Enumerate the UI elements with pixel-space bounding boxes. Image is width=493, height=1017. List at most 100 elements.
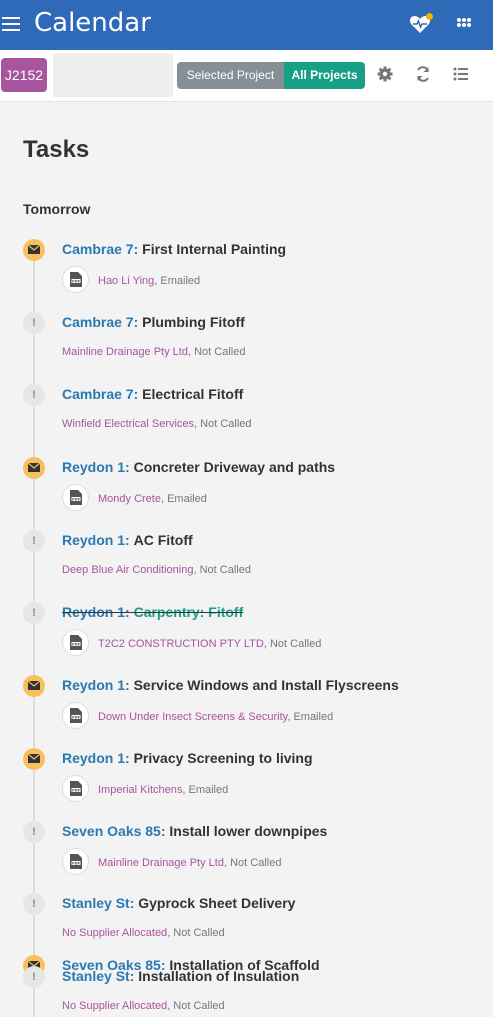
alert-icon: !: [23, 893, 45, 915]
task-title[interactable]: Cambrae 7: Plumbing Fitoff: [62, 314, 245, 330]
task-title[interactable]: Reydon 1: Service Windows and Install Fl…: [62, 677, 399, 693]
alert-icon: !: [23, 530, 45, 552]
task-supplier-status: No Supplier Allocated, Not Called: [62, 1000, 225, 1012]
task-project-link[interactable]: Reydon 1:: [62, 677, 130, 693]
task-project-link[interactable]: Reydon 1:: [62, 604, 130, 620]
task-project-link[interactable]: Reydon 1:: [62, 750, 130, 766]
supplier-link[interactable]: Imperial Kitchens: [98, 784, 182, 796]
task-name: Install lower downpipes: [169, 823, 328, 839]
task-supplier-status: Winfield Electrical Services, Not Called: [62, 418, 252, 430]
app-title: Calendar: [34, 8, 151, 38]
task-status: , Emailed: [182, 784, 229, 796]
task-project-link[interactable]: Cambrae 7:: [62, 386, 138, 402]
task-name: Installation of Insulation: [138, 968, 300, 984]
task-title[interactable]: Reydon 1: AC Fitoff: [62, 532, 193, 548]
task-title[interactable]: Stanley St: Installation of Insulation: [62, 968, 299, 984]
task-project-link[interactable]: Stanley St:: [62, 895, 134, 911]
alert-icon: !: [23, 966, 45, 988]
blurred-project-name: [53, 53, 173, 97]
svg-text:PDF: PDF: [71, 861, 80, 865]
task-name: Electrical Fitoff: [142, 386, 244, 402]
supplier-link[interactable]: Down Under Insect Screens & Security: [98, 711, 287, 723]
task-name: Concreter Driveway and paths: [133, 459, 336, 475]
task-status: , Emailed: [160, 493, 207, 505]
supplier-link[interactable]: No Supplier Allocated: [62, 1000, 167, 1012]
task-status: , Not Called: [193, 564, 251, 576]
task-project-link[interactable]: Reydon 1:: [62, 459, 130, 475]
task-name: Gyprock Sheet Delivery: [138, 895, 296, 911]
project-toolbar: J2152 Selected Project All Projects: [0, 50, 493, 102]
task-status: , Not Called: [223, 857, 282, 869]
supplier-link[interactable]: Mainline Drainage Pty Ltd: [62, 346, 188, 358]
task-project-link[interactable]: Reydon 1:: [62, 532, 130, 548]
task-title[interactable]: Reydon 1: Carpentry: Fitoff: [62, 604, 243, 620]
task-supplier-status: Imperial Kitchens, Emailed: [98, 784, 228, 796]
alert-icon: !: [23, 384, 45, 406]
task-status: , Not Called: [167, 1000, 225, 1012]
menu-icon[interactable]: [2, 17, 20, 31]
svg-text:PDF: PDF: [71, 497, 80, 501]
task-title[interactable]: Cambrae 7: Electrical Fitoff: [62, 386, 243, 402]
pdf-icon[interactable]: PDF: [62, 629, 89, 656]
task-supplier-status: Mainline Drainage Pty Ltd, Not Called: [62, 346, 245, 358]
supplier-link[interactable]: No Supplier Allocated: [62, 927, 167, 939]
refresh-icon[interactable]: [414, 65, 432, 83]
mail-icon: [23, 239, 45, 261]
mail-icon: [23, 675, 45, 697]
selected-project-button[interactable]: Selected Project: [177, 62, 284, 89]
task-name: Service Windows and Install Flyscreens: [133, 677, 399, 693]
apps-grid-icon[interactable]: [457, 18, 471, 28]
task-status: , Emailed: [287, 711, 334, 723]
pdf-icon[interactable]: PDF: [62, 484, 89, 511]
task-supplier-status: Hao Li Ying, Emailed: [98, 275, 200, 287]
mail-icon: [23, 748, 45, 770]
task-project-link[interactable]: Stanley St:: [62, 968, 134, 984]
app-header: Calendar: [0, 0, 493, 50]
task-title[interactable]: Reydon 1: Privacy Screening to living: [62, 750, 313, 766]
svg-text:PDF: PDF: [71, 715, 80, 719]
pdf-icon[interactable]: PDF: [62, 702, 89, 729]
task-supplier-status: Deep Blue Air Conditioning, Not Called: [62, 564, 251, 576]
pdf-icon[interactable]: PDF: [62, 775, 89, 802]
alert-icon: !: [23, 312, 45, 334]
supplier-link[interactable]: Mondy Crete: [98, 493, 161, 505]
task-title[interactable]: Reydon 1: Concreter Driveway and paths: [62, 459, 335, 475]
alert-icon: !: [23, 602, 45, 624]
task-name: Plumbing Fitoff: [142, 314, 245, 330]
svg-text:PDF: PDF: [71, 642, 80, 646]
task-title[interactable]: Cambrae 7: First Internal Painting: [62, 241, 286, 257]
supplier-link[interactable]: Hao Li Ying: [98, 275, 154, 287]
supplier-link[interactable]: Winfield Electrical Services: [62, 418, 194, 430]
task-status: , Not Called: [167, 927, 225, 939]
task-status: , Not Called: [263, 638, 322, 650]
task-name: Carpentry: Fitoff: [133, 604, 244, 620]
task-title[interactable]: Seven Oaks 85: Install lower downpipes: [62, 823, 327, 839]
pdf-icon[interactable]: PDF: [62, 266, 89, 293]
section-heading: Tomorrow: [23, 201, 91, 217]
task-status: , Not Called: [187, 346, 246, 358]
gear-icon[interactable]: [376, 65, 394, 83]
task-supplier-status: No Supplier Allocated, Not Called: [62, 927, 225, 939]
task-project-link[interactable]: Seven Oaks 85:: [62, 823, 166, 839]
supplier-link[interactable]: Deep Blue Air Conditioning: [62, 564, 193, 576]
pdf-icon[interactable]: PDF: [62, 848, 89, 875]
svg-text:PDF: PDF: [71, 788, 80, 792]
task-project-link[interactable]: Cambrae 7:: [62, 314, 138, 330]
list-icon[interactable]: [452, 65, 470, 83]
task-title[interactable]: Stanley St: Gyprock Sheet Delivery: [62, 895, 295, 911]
notification-dot: [426, 13, 433, 20]
task-project-link[interactable]: Cambrae 7:: [62, 241, 138, 257]
job-code-badge[interactable]: J2152: [1, 58, 47, 92]
task-supplier-status: Mainline Drainage Pty Ltd, Not Called: [98, 857, 281, 869]
alert-icon: !: [23, 821, 45, 843]
task-supplier-status: Mondy Crete, Emailed: [98, 493, 207, 505]
task-name: AC Fitoff: [133, 532, 193, 548]
task-name: First Internal Painting: [142, 241, 287, 257]
svg-text:PDF: PDF: [71, 279, 80, 283]
page-title: Tasks: [23, 136, 90, 163]
supplier-link[interactable]: T2C2 CONSTRUCTION PTY LTD: [98, 638, 264, 650]
supplier-link[interactable]: Mainline Drainage Pty Ltd: [98, 857, 224, 869]
all-projects-button[interactable]: All Projects: [284, 62, 365, 89]
task-name: Privacy Screening to living: [133, 750, 313, 766]
task-status: , Emailed: [154, 275, 201, 287]
